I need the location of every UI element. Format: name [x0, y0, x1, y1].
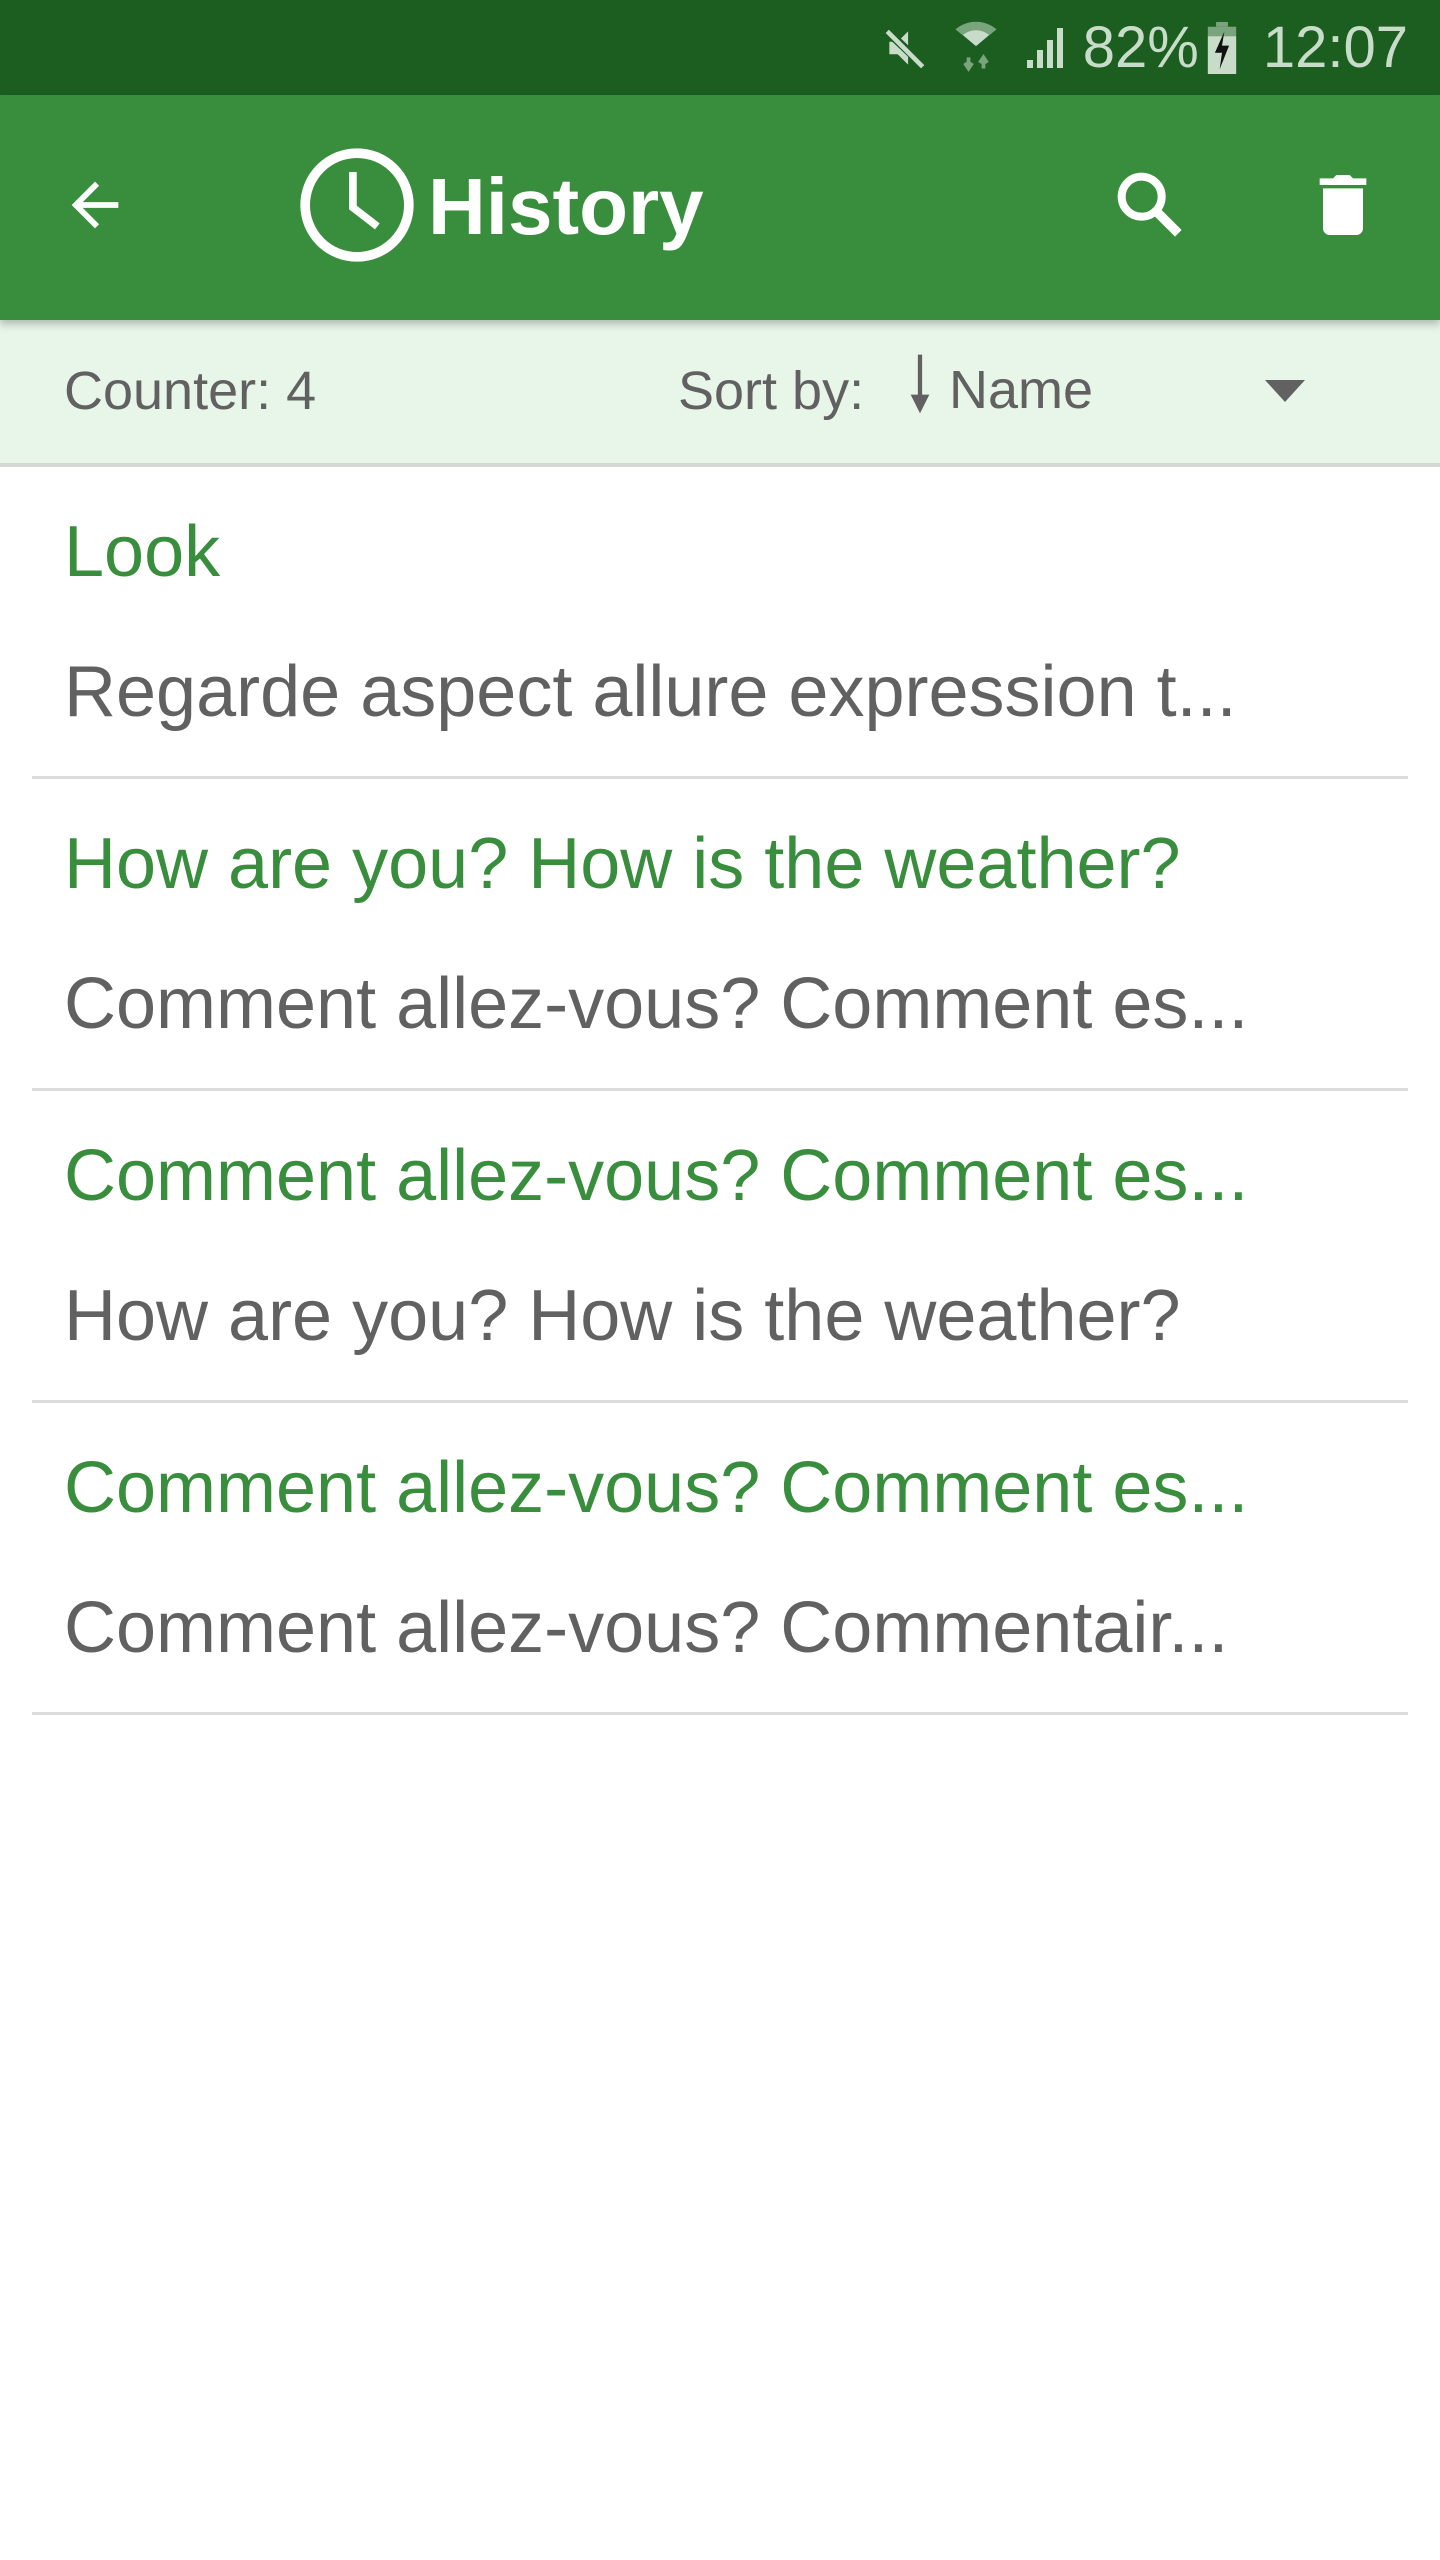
mute-icon	[881, 23, 931, 73]
item-source-text: How are you? How is the weather?	[64, 824, 1181, 904]
battery-charging-icon	[1207, 21, 1237, 74]
item-translation-text: Comment allez-vous? Comment es...	[64, 964, 1249, 1044]
search-icon	[1110, 165, 1190, 250]
counter-label: Counter: 4	[64, 361, 317, 421]
history-item[interactable]: How are you? How is the weather? Comment…	[32, 779, 1408, 1091]
toolbar-title: History	[296, 147, 704, 267]
delete-all-button[interactable]	[1283, 147, 1403, 267]
status-bar: 82% 12:07	[0, 0, 1440, 95]
clock-time: 12:07	[1262, 15, 1408, 80]
search-button[interactable]	[1090, 147, 1210, 267]
arrow-down-icon	[905, 352, 935, 429]
sort-bar: Counter: 4 Sort by: Name	[0, 320, 1440, 467]
history-item[interactable]: Comment allez-vous? Comment es... How ar…	[32, 1091, 1408, 1403]
back-button[interactable]	[30, 147, 160, 267]
arrow-left-icon	[60, 170, 130, 245]
sort-by-label: Sort by:	[678, 361, 865, 421]
page-title: History	[428, 162, 704, 251]
wifi-icon	[953, 20, 999, 76]
trash-icon	[1303, 165, 1383, 250]
signal-icon	[1021, 23, 1069, 73]
history-item[interactable]: Look Regarde aspect allure expression t.…	[32, 467, 1408, 779]
item-translation-text: Regarde aspect allure expression t...	[64, 652, 1237, 732]
dropdown-caret-icon	[1265, 380, 1305, 402]
item-source-text: Look	[64, 512, 221, 592]
battery-percent: 82%	[1082, 15, 1199, 80]
history-list: Look Regarde aspect allure expression t.…	[0, 467, 1440, 1715]
item-source-text: Comment allez-vous? Comment es...	[64, 1136, 1249, 1216]
item-translation-text: Comment allez-vous? Commentair...	[64, 1588, 1229, 1668]
sort-value: Name	[949, 360, 1094, 420]
sort-dropdown[interactable]: Name	[905, 340, 1325, 440]
item-translation-text: How are you? How is the weather?	[64, 1276, 1181, 1356]
clock-icon	[296, 144, 418, 271]
history-item[interactable]: Comment allez-vous? Comment es... Commen…	[32, 1403, 1408, 1715]
app-toolbar: History	[0, 95, 1440, 320]
item-source-text: Comment allez-vous? Comment es...	[64, 1448, 1249, 1528]
